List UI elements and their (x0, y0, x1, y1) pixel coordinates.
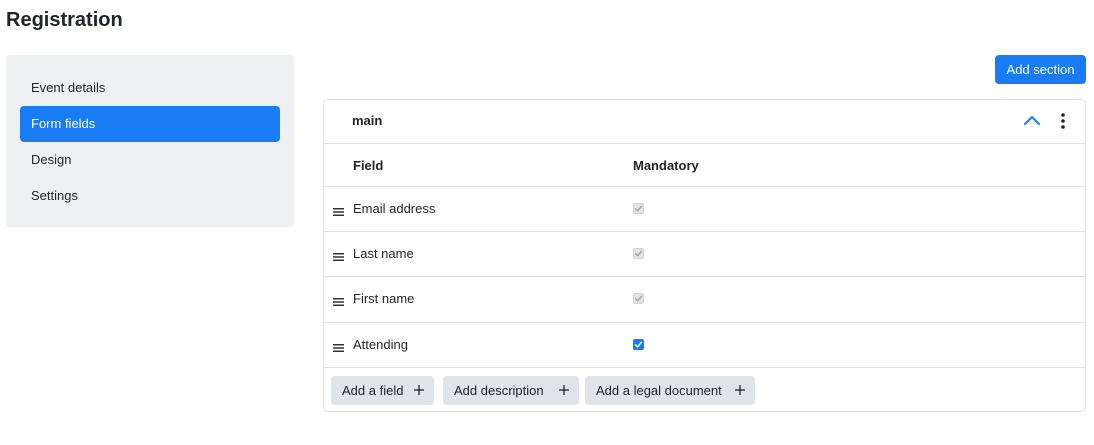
field-row-attending: Attending (324, 323, 1085, 368)
add-legal-document-button[interactable]: Add a legal document (585, 376, 755, 405)
sidebar-item-event-details[interactable]: Event details (20, 70, 280, 106)
drag-handle-icon[interactable] (333, 249, 345, 261)
field-label: Attending (353, 337, 408, 352)
plus-icon (559, 385, 569, 395)
sidebar-item-settings[interactable]: Settings (20, 178, 280, 214)
page-title: Registration (6, 9, 123, 31)
field-label: Last name (353, 246, 414, 261)
section-header: main (324, 100, 1085, 144)
section-name: main (352, 113, 383, 128)
sidebar-item-design[interactable]: Design (20, 142, 280, 178)
chevron-up-icon[interactable] (1022, 111, 1042, 131)
column-header-field: Field (353, 158, 384, 173)
section-card: main Field Mandatory Email address Last … (323, 99, 1086, 412)
drag-handle-icon[interactable] (333, 294, 345, 306)
mandatory-checkbox (633, 293, 644, 304)
field-label: Email address (353, 201, 436, 216)
add-description-button[interactable]: Add description (443, 376, 579, 405)
field-label: First name (353, 291, 415, 306)
add-section-button[interactable]: Add section (995, 55, 1086, 84)
mandatory-checkbox (633, 248, 644, 259)
field-row-last-name: Last name (324, 232, 1085, 277)
sidebar-item-form-fields[interactable]: Form fields (20, 106, 280, 142)
drag-handle-icon[interactable] (333, 204, 345, 216)
add-legal-document-label: Add a legal document (596, 383, 722, 398)
field-row-first-name: First name (324, 277, 1085, 323)
field-row-email-address: Email address (324, 187, 1085, 232)
column-header-row: Field Mandatory (324, 144, 1085, 187)
drag-handle-icon[interactable] (333, 340, 345, 352)
mandatory-checkbox (633, 203, 644, 214)
column-header-mandatory: Mandatory (633, 158, 699, 173)
mandatory-checkbox[interactable] (633, 339, 644, 350)
plus-icon (414, 385, 424, 395)
add-description-label: Add description (454, 383, 544, 398)
more-vertical-icon[interactable] (1053, 111, 1073, 133)
add-field-label: Add a field (342, 383, 404, 398)
sidebar-nav: Event details Form fields Design Setting… (6, 55, 294, 227)
plus-icon (735, 385, 745, 395)
add-field-button[interactable]: Add a field (331, 376, 434, 405)
